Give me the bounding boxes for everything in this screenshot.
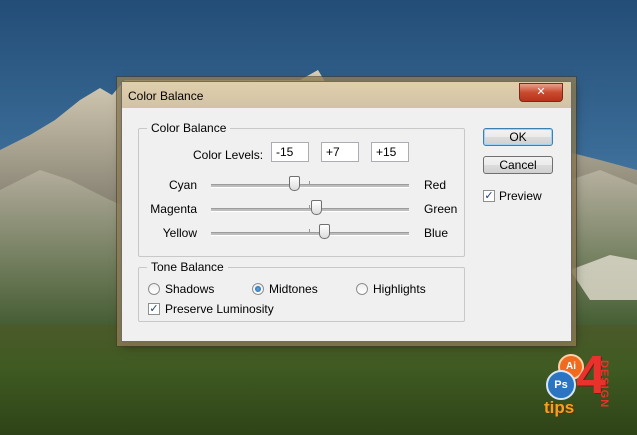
ok-button[interactable]: OK (483, 128, 553, 146)
preview-label[interactable]: Preview (499, 189, 542, 203)
logo-design-text: DESIGN (598, 360, 610, 409)
highlights-label[interactable]: Highlights (373, 282, 426, 296)
magenta-green-slider-thumb[interactable] (311, 200, 322, 215)
cyan-red-slider[interactable] (211, 176, 409, 191)
preserve-luminosity-checkbox[interactable]: ✓ (148, 303, 160, 315)
yellow-blue-level-input[interactable] (371, 142, 409, 162)
cyan-red-slider-thumb[interactable] (289, 176, 300, 191)
preserve-luminosity-label[interactable]: Preserve Luminosity (165, 302, 274, 316)
logo-ps-badge: Ps (546, 370, 576, 400)
color-balance-legend: Color Balance (147, 121, 231, 135)
magenta-label: Magenta (150, 202, 197, 216)
logo-tips-text: tips (544, 398, 575, 417)
dialog-title: Color Balance (128, 89, 204, 103)
preview-checkbox[interactable]: ✓ (483, 190, 495, 202)
cyan-label: Cyan (168, 178, 197, 192)
center-tick (309, 229, 310, 232)
title-bar[interactable]: Color Balance ✕ (122, 82, 571, 108)
midtones-label[interactable]: Midtones (269, 282, 318, 296)
cyan-red-level-input[interactable] (271, 142, 309, 162)
center-tick (309, 181, 310, 184)
ps4tips-design-logo: Ai Ps 4 DESIGN tips (542, 348, 620, 422)
green-label: Green (424, 202, 458, 216)
yellow-blue-slider[interactable] (211, 224, 409, 239)
magenta-green-level-input[interactable] (321, 142, 359, 162)
red-label: Red (424, 178, 447, 192)
tone-balance-legend: Tone Balance (147, 260, 228, 274)
close-button[interactable]: ✕ (519, 83, 563, 102)
cancel-button[interactable]: Cancel (483, 156, 553, 174)
close-icon: ✕ (536, 86, 546, 98)
midtones-radio[interactable] (252, 283, 264, 295)
magenta-green-slider[interactable] (211, 200, 409, 215)
blue-label: Blue (424, 226, 449, 240)
color-balance-group: Color Balance Color Levels: Cyan Red Mag… (138, 121, 465, 257)
center-tick (309, 205, 310, 208)
yellow-label: Yellow (162, 226, 197, 240)
shadows-label[interactable]: Shadows (165, 282, 214, 296)
tone-balance-group: Tone Balance Shadows Midtones Highlights… (138, 260, 465, 322)
shadows-radio[interactable] (148, 283, 160, 295)
color-levels-label: Color Levels: (193, 148, 264, 162)
yellow-blue-slider-thumb[interactable] (319, 224, 330, 239)
highlights-radio[interactable] (356, 283, 368, 295)
color-balance-dialog: Color Balance ✕ Color Balance Color Leve… (121, 81, 572, 342)
